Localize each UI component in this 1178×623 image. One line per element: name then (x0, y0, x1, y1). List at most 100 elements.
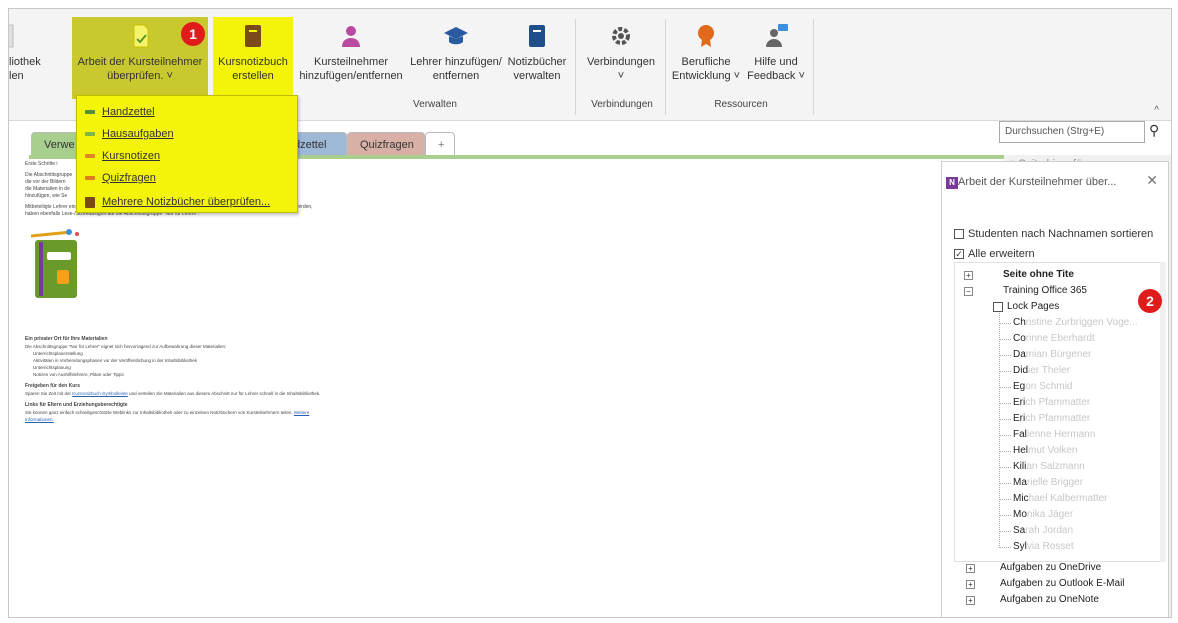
manage-label-2: verwalten (513, 70, 561, 82)
ribbon-separator (813, 19, 814, 115)
collapse-icon[interactable]: − (964, 287, 973, 296)
tree-branch (1000, 515, 1011, 516)
students-label-1: Kursteilnehmer (314, 56, 388, 68)
menu-item-quizfragen[interactable]: Quizfragen (85, 168, 156, 188)
student-name-rest: ier Theler (1028, 365, 1071, 376)
tree-section-outlook[interactable]: Aufgaben zu Outlook E-Mail (1000, 578, 1125, 589)
menu-item-label: Quizfragen (102, 172, 156, 184)
tree-branch (1000, 419, 1011, 420)
tree-student[interactable]: Damian Bürgener (1013, 349, 1091, 360)
doc-text: Sparen Sie Zeit mit der (25, 391, 72, 396)
library-icon (9, 23, 31, 49)
manage-label-1: Notizbücher (507, 56, 567, 68)
expand-icon[interactable]: + (964, 271, 973, 280)
student-person-icon (338, 23, 364, 49)
add-remove-students-button[interactable]: Kursteilnehmer hinzufügen/entfernen (297, 17, 405, 99)
menu-item-label: Handzettel (102, 106, 155, 118)
tree-branch (1000, 435, 1011, 436)
section-color-swatch (85, 110, 95, 114)
tree-student[interactable]: Didier Theler (1013, 365, 1070, 376)
student-name-start: Eri (1013, 397, 1026, 408)
expand-icon[interactable]: + (966, 596, 975, 605)
student-name-rest: ienne Hermann (1026, 429, 1096, 440)
manage-notebooks-button[interactable]: Notizbücher verwalten (505, 17, 569, 99)
student-name-start: Did (1013, 365, 1029, 376)
expand-all-checkbox[interactable]: ✓ Alle erweitern (954, 248, 1035, 260)
tree-branch (1000, 403, 1011, 404)
tree-branch (1000, 499, 1011, 500)
sort-by-lastname-checkbox[interactable]: Studenten nach Nachnamen sortieren (954, 228, 1153, 240)
help-label-1: Hilfe und (754, 56, 798, 68)
tree-student[interactable]: Falienne Hermann (1013, 429, 1095, 440)
tree-student[interactable]: Marielle Brigger (1013, 477, 1083, 488)
group-label-ressourcen: Ressourcen (714, 99, 768, 110)
library-button[interactable]: liothek len (9, 17, 49, 99)
lock-pages-label: Lock Pages (1007, 301, 1060, 312)
student-name-rest: an Salzmann (1026, 461, 1085, 472)
menu-item-kursnotizen[interactable]: Kursnotizen (85, 146, 160, 166)
tree-student[interactable]: Erich Pfammatter (1013, 413, 1090, 424)
notebook-icon (240, 23, 266, 49)
students-label-2: hinzufügen/entfernen (299, 70, 403, 82)
tree-student[interactable]: Erich Pfammatter (1013, 397, 1090, 408)
doc-text: und verteilen Sie Materialien aus diesem… (129, 391, 321, 396)
add-section-tab[interactable]: + (425, 132, 455, 157)
connections-button[interactable]: Verbindungen ˅ (581, 17, 661, 99)
tree-student[interactable]: Egon Schmid (1013, 381, 1072, 392)
tree-section-onedrive[interactable]: Aufgaben zu OneDrive (1000, 562, 1101, 573)
tree-branch (1000, 355, 1011, 356)
search-input[interactable]: Durchsuchen (Strg+E) (999, 121, 1145, 143)
tree-lock-pages[interactable]: Lock Pages (993, 301, 1059, 312)
doc-heading: Ein privater Ort für Ihre Materialien (25, 336, 108, 342)
student-name-rest: on Schmid (1025, 381, 1073, 392)
student-name-start: Hel (1013, 445, 1029, 456)
notebook-icon (85, 196, 95, 208)
tree-page-untitled[interactable]: Seite ohne Tite (1003, 269, 1074, 280)
profdev-label-1: Berufliche (681, 56, 731, 68)
expand-all-label: Alle erweitern (968, 248, 1035, 260)
close-icon[interactable]: ✕ (1146, 172, 1158, 189)
create-class-notebook-button[interactable]: Kursnotizbuch erstellen (213, 17, 293, 99)
tree-section-training[interactable]: Training Office 365 (1003, 285, 1087, 296)
tree-student[interactable]: Sylvia Rosset (1013, 541, 1074, 552)
group-label-verbindungen: Verbindungen (591, 99, 653, 110)
connections-label-1: Verbindungen (587, 56, 655, 68)
collapse-ribbon-icon[interactable]: ^ (1154, 105, 1159, 116)
expand-icon[interactable]: + (966, 580, 975, 589)
tree-scrollbar[interactable] (1160, 262, 1166, 562)
help-person-icon (763, 23, 789, 49)
add-remove-teachers-button[interactable]: Lehrer hinzufügen/ entfernen (405, 17, 507, 99)
tree-student[interactable]: Monika Jäger (1013, 509, 1073, 520)
menu-item-hausaufgaben[interactable]: Hausaufgaben (85, 124, 174, 144)
doc-heading: Links für Eltern und Erziehungsberechtig… (25, 402, 128, 408)
onenote-icon: N (946, 177, 958, 189)
doc-paragraph: Sie können ganz einfach schreibgeschützt… (25, 409, 325, 423)
professional-development-button[interactable]: Berufliche Entwicklung ˅ (669, 17, 743, 99)
tree-student[interactable]: Christine Zurbriggen Voge... (1013, 317, 1138, 328)
tree-student[interactable]: Sarah Jordan (1013, 525, 1073, 536)
tab-quizfragen[interactable]: Quizfragen (347, 132, 425, 157)
review-label-1: Arbeit der Kursteilnehmer (77, 56, 203, 68)
tree-branch (1000, 547, 1011, 548)
student-name-start: Fal (1013, 429, 1027, 440)
search-icon[interactable]: ⚲ (1149, 122, 1159, 139)
menu-item-handzettel[interactable]: Handzettel (85, 102, 155, 122)
tree-student[interactable]: Michael Kalbermatter (1013, 493, 1108, 504)
notebook-illustration (30, 226, 91, 322)
help-feedback-button[interactable]: Hilfe und Feedback ˅ (743, 17, 809, 99)
student-name-rest: mian Bürgener (1025, 349, 1092, 360)
tree-student[interactable]: Corinne Eberhardt (1013, 333, 1095, 344)
menu-item-review-multiple-notebooks[interactable]: Mehrere Notizbücher überprüfen... (85, 192, 270, 212)
checkbox-icon (993, 301, 1003, 312)
student-name-start: Eri (1013, 413, 1026, 424)
tree-branch (1000, 339, 1011, 340)
checkbox-checked-icon: ✓ (954, 249, 964, 259)
manage-notebook-icon (524, 23, 550, 49)
tree-student[interactable]: Kilian Salzmann (1013, 461, 1085, 472)
toolbar-link[interactable]: Kursnotizbuch-Symbolleiste (72, 391, 128, 396)
award-icon (693, 23, 719, 49)
tree-section-onenote[interactable]: Aufgaben zu OneNote (1000, 594, 1099, 605)
expand-icon[interactable]: + (966, 564, 975, 573)
section-color-swatch (85, 154, 95, 158)
tree-student[interactable]: Helmut Volken (1013, 445, 1078, 456)
